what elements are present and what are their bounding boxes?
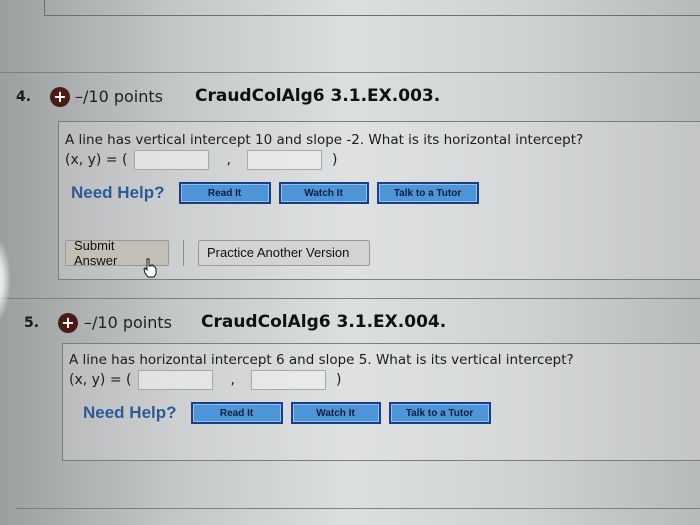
question-code: CraudColAlg6 3.1.EX.003. xyxy=(195,86,441,106)
question-code: CraudColAlg6 3.1.EX.004. xyxy=(201,312,447,332)
close-paren: ) xyxy=(331,152,338,168)
expand-plus-icon[interactable]: + xyxy=(58,313,78,333)
help-row: Need Help? Read It Watch It Talk to a Tu… xyxy=(59,170,700,204)
close-paren: ) xyxy=(335,372,342,388)
question-number: 4. xyxy=(16,89,32,105)
question-body: A line has horizontal intercept 6 and sl… xyxy=(62,343,700,461)
read-it-button[interactable]: Read It xyxy=(190,402,283,424)
answer-x-input[interactable] xyxy=(133,150,209,170)
watch-it-button[interactable]: Watch It xyxy=(290,402,381,424)
expand-plus-icon[interactable]: + xyxy=(50,87,70,107)
answer-label: (x, y) = ( xyxy=(69,372,132,388)
question-4: 4. + –/10 points CraudColAlg6 3.1.EX.003… xyxy=(0,72,700,280)
question-points: –/10 points xyxy=(75,87,163,106)
talk-to-tutor-button[interactable]: Talk to a Tutor xyxy=(388,402,491,424)
question-header: 5. + –/10 points CraudColAlg6 3.1.EX.004… xyxy=(0,299,700,343)
comma: , xyxy=(230,372,235,388)
screen-glare xyxy=(0,240,10,320)
watch-it-button[interactable]: Watch It xyxy=(278,182,369,204)
comma: , xyxy=(226,152,231,168)
read-it-button[interactable]: Read It xyxy=(178,182,271,204)
previous-question-box xyxy=(44,0,700,16)
answer-y-input[interactable] xyxy=(246,150,322,170)
talk-to-tutor-button[interactable]: Talk to a Tutor xyxy=(376,182,479,204)
question-number: 5. xyxy=(24,315,40,331)
answer-label: (x, y) = ( xyxy=(65,152,128,168)
answer-row: (x, y) = ( , ) xyxy=(59,148,700,170)
hand-pointer-cursor-icon xyxy=(143,258,157,278)
help-row: Need Help? Read It Watch It Talk to a Tu… xyxy=(63,390,700,424)
question-text: A line has horizontal intercept 6 and sl… xyxy=(69,352,574,368)
question-5: 5. + –/10 points CraudColAlg6 3.1.EX.004… xyxy=(0,298,700,461)
need-help-label: Need Help? xyxy=(83,403,177,422)
question-header: 4. + –/10 points CraudColAlg6 3.1.EX.003… xyxy=(0,73,700,121)
question-text: A line has vertical intercept 10 and slo… xyxy=(65,132,584,148)
answer-row: (x, y) = ( , ) xyxy=(63,368,700,390)
practice-another-version-button[interactable]: Practice Another Version xyxy=(198,239,370,266)
question-body: A line has vertical intercept 10 and slo… xyxy=(58,121,700,280)
next-question-box xyxy=(16,508,700,509)
answer-y-input[interactable] xyxy=(250,370,326,390)
button-divider xyxy=(183,239,184,266)
need-help-label: Need Help? xyxy=(71,183,165,202)
question-points: –/10 points xyxy=(84,313,172,332)
answer-x-input[interactable] xyxy=(137,370,213,390)
